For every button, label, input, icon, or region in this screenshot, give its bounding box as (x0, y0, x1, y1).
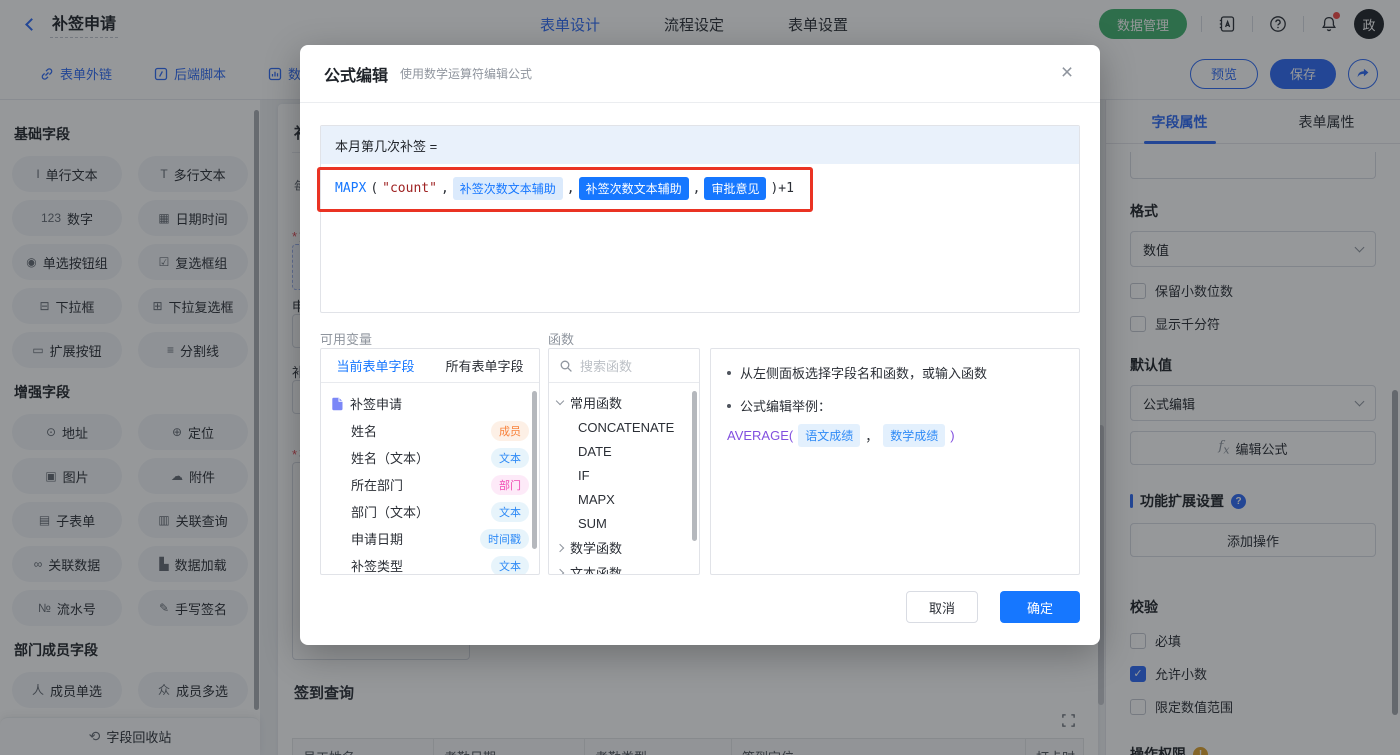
form-doc-icon (331, 397, 344, 411)
help-example-tokens: AVERAGE( 语文成绩 ， 数学成绩) (727, 424, 955, 447)
formula-token-str: "count" (382, 181, 437, 196)
variable-form-name: 补签申请 (350, 397, 403, 412)
modal-footer: 取消 确定 (906, 591, 1080, 623)
formula-token-chip-solid[interactable]: 审批意见 (704, 177, 767, 200)
variable-name: 补签类型 (351, 559, 404, 574)
variable-name: 姓名 (351, 424, 378, 439)
variable-type-badge: 部门 (491, 474, 529, 495)
formula-token-fn: MAPX (335, 181, 367, 196)
help-example-prefix: 公式编辑举例： (740, 399, 832, 414)
function-group-常用函数[interactable]: 常用函数 (555, 390, 691, 415)
cancel-button[interactable]: 取消 (906, 591, 978, 623)
function-group-label: 文本函数 (570, 566, 623, 575)
variable-form-row[interactable]: 补签申请 (331, 390, 529, 417)
function-item-SUM[interactable]: SUM (557, 511, 691, 535)
formula-token-plain: , (440, 181, 449, 196)
functions-tree: 常用函数 CONCATENATE DATE IF MAPX SUM 数学函数文本函数 (549, 383, 699, 575)
formula-target: 本月第几次补签 = (321, 126, 1079, 164)
function-item-MAPX[interactable]: MAPX (557, 487, 691, 511)
variable-补签类型[interactable]: 补签类型 文本 (331, 552, 529, 574)
functions-pane: 搜索函数 常用函数 CONCATENATE DATE IF MAPX SUM 数学函数文本函… (548, 348, 700, 575)
variable-部门（文本）[interactable]: 部门（文本） 文本 (331, 498, 529, 525)
help-body: 从左侧面板选择字段名和函数，或输入函数 公式编辑举例： AVERAGE( 语文成绩… (711, 349, 1079, 475)
bullet-icon (727, 403, 731, 408)
example-token: AVERAGE( (727, 428, 794, 443)
variable-name: 所在部门 (351, 478, 404, 493)
search-icon (560, 360, 572, 372)
formula-token-chip-light[interactable]: 补签次数文本辅助 (452, 177, 563, 200)
formula-token-plain: ( (370, 181, 379, 196)
close-icon[interactable]: × (1054, 60, 1080, 86)
variable-name: 部门（文本） (351, 505, 430, 520)
help-text: 从左侧面板选择字段名和函数，或输入函数 (740, 366, 988, 381)
variable-name: 姓名（文本） (351, 451, 430, 466)
functions-label: 函数 (548, 332, 575, 347)
variable-申请日期[interactable]: 申请日期 时间戳 (331, 525, 529, 552)
variable-type-badge: 文本 (491, 447, 529, 468)
example-token: ， (865, 429, 879, 444)
formula-editor: 本月第几次补签 = MAPX("count", 补签次数文本辅助, 补签次数文本辅助… (320, 125, 1080, 313)
tab-current-form-fields[interactable]: 当前表单字段 (321, 349, 430, 382)
function-group-label: 数学函数 (570, 541, 623, 556)
help-line-2: 公式编辑举例： AVERAGE( 语文成绩 ， 数学成绩) (727, 396, 1063, 447)
function-group-label: 常用函数 (570, 396, 623, 411)
tab-all-form-fields[interactable]: 所有表单字段 (430, 349, 539, 382)
variable-type-badge: 文本 (491, 555, 529, 574)
function-group-数学函数[interactable]: 数学函数 (555, 535, 691, 560)
variable-姓名[interactable]: 姓名 成员 (331, 417, 529, 444)
function-item-IF[interactable]: IF (557, 463, 691, 487)
formula-expression[interactable]: MAPX("count", 补签次数文本辅助, 补签次数文本辅助, 审批意见)+1 (321, 164, 1079, 213)
variable-所在部门[interactable]: 所在部门 部门 (331, 471, 529, 498)
functions-scrollbar[interactable] (692, 391, 697, 541)
variables-pane: 当前表单字段 所有表单字段 补签申请 姓名 成员 姓名（文本） 文本 所在部门 部门 部门（文… (320, 348, 540, 575)
chevron-right-icon (555, 568, 565, 574)
formula-token-plain: )+1 (770, 181, 794, 196)
modal-title: 公式编辑 (324, 67, 389, 85)
function-group-文本函数[interactable]: 文本函数 (555, 560, 691, 575)
help-line-1: 从左侧面板选择字段名和函数，或输入函数 (727, 363, 1063, 382)
variables-scrollbar[interactable] (532, 391, 537, 549)
function-search-input[interactable]: 搜索函数 (549, 349, 699, 383)
example-token: 语文成绩 (798, 424, 861, 447)
function-item-DATE[interactable]: DATE (557, 439, 691, 463)
confirm-button[interactable]: 确定 (1000, 591, 1080, 623)
formula-token-chip-solid[interactable]: 补签次数文本辅助 (578, 177, 689, 200)
formula-help-pane: 从左侧面板选择字段名和函数，或输入函数 公式编辑举例： AVERAGE( 语文成绩… (710, 348, 1080, 575)
variable-姓名（文本）[interactable]: 姓名（文本） 文本 (331, 444, 529, 471)
formula-token-plain: , (692, 181, 701, 196)
example-token: ) (950, 428, 955, 443)
app-root: 补签申请 表单设计流程设定表单设置 数据管理 政 表单外链后端脚本数据权限 预览… (0, 0, 1400, 755)
chevron-right-icon (555, 543, 565, 552)
function-item-CONCATENATE[interactable]: CONCATENATE (557, 415, 691, 439)
formula-edit-modal: 公式编辑 使用数学运算符编辑公式 × 本月第几次补签 = MAPX("count… (300, 45, 1100, 645)
variables-label: 可用变量 (320, 332, 373, 347)
variable-name: 申请日期 (351, 532, 404, 547)
variable-type-badge: 时间戳 (480, 528, 529, 549)
variable-type-badge: 文本 (491, 501, 529, 522)
search-placeholder: 搜索函数 (580, 359, 633, 374)
variables-list: 补签申请 姓名 成员 姓名（文本） 文本 所在部门 部门 部门（文本） 文本 申请日期 时间戳 补签类… (321, 383, 539, 574)
variables-tabs: 当前表单字段 所有表单字段 (321, 349, 539, 383)
chevron-down-icon (555, 396, 565, 406)
bullet-icon (727, 370, 731, 375)
example-token: 数学成绩 (883, 424, 946, 447)
variable-type-badge: 成员 (491, 420, 529, 441)
formula-token-plain: , (566, 181, 575, 196)
modal-header: 公式编辑 使用数学运算符编辑公式 (300, 45, 1100, 103)
modal-subtitle: 使用数学运算符编辑公式 (400, 67, 533, 81)
